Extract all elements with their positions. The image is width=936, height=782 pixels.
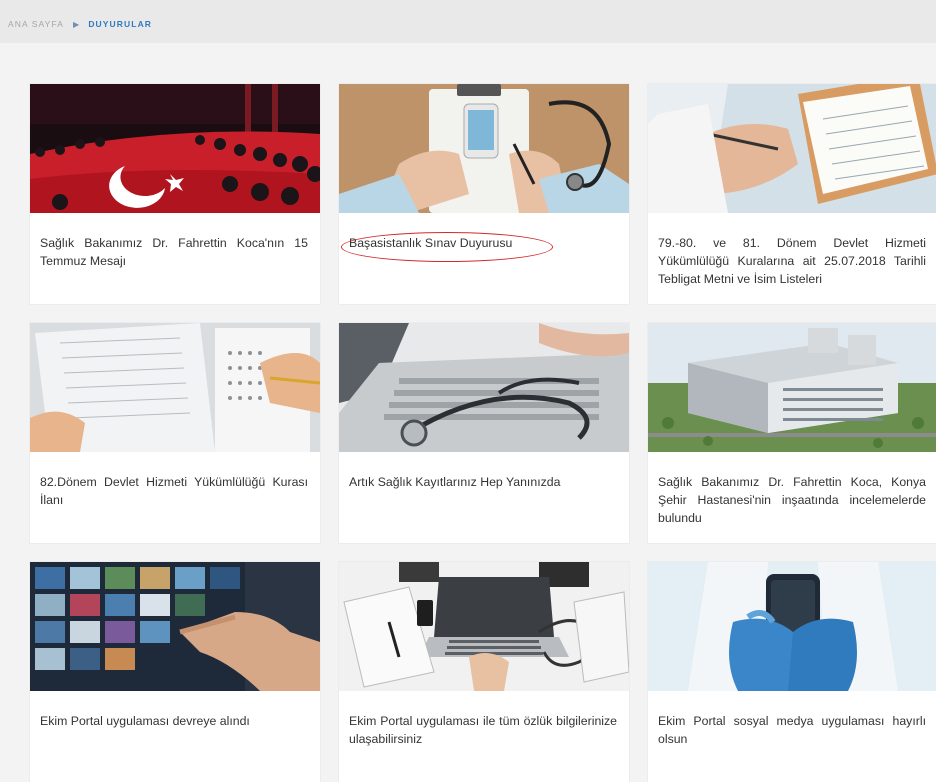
news-card[interactable]: 79.-80. ve 81. Dönem Devlet Hizmeti Yükü… — [648, 84, 936, 304]
card-image-laptop-desk — [339, 562, 629, 691]
news-card[interactable]: Başasistanlık Sınav Duyurusu — [339, 84, 629, 304]
card-image-media-wall — [30, 562, 320, 691]
news-card[interactable]: Sağlık Bakanımız Dr. Fahrettin Koca, Kon… — [648, 323, 936, 543]
card-title[interactable]: Ekim Portal uygulaması ile tüm özlük bil… — [339, 712, 629, 748]
card-image-stethoscope-laptop — [339, 323, 629, 452]
card-title[interactable]: Ekim Portal sosyal medya uygulaması hayı… — [648, 712, 936, 748]
news-card[interactable]: Ekim Portal sosyal medya uygulaması hayı… — [648, 562, 936, 782]
card-title[interactable]: Başasistanlık Sınav Duyurusu — [339, 232, 629, 262]
card-image-hospital — [648, 323, 936, 452]
card-title[interactable]: Sağlık Bakanımız Dr. Fahrettin Koca, Kon… — [648, 473, 936, 527]
card-image-clipboard — [648, 84, 936, 213]
breadcrumb-current: DUYURULAR — [88, 19, 153, 29]
card-image-doctor-phone — [648, 562, 936, 691]
top-bar: ANA SAYFA ▶ DUYURULAR — [0, 0, 936, 43]
card-title[interactable]: 79.-80. ve 81. Dönem Devlet Hizmeti Yükü… — [648, 234, 936, 288]
card-title[interactable]: Ekim Portal uygulaması devreye alındı — [30, 712, 320, 730]
news-card[interactable]: 82.Dönem Devlet Hizmeti Yükümlülüğü Kura… — [30, 323, 320, 543]
highlight-circle-annotation — [341, 232, 553, 262]
card-title[interactable]: 82.Dönem Devlet Hizmeti Yükümlülüğü Kura… — [30, 473, 320, 509]
card-image-doctor-desk — [339, 84, 629, 213]
news-card[interactable]: Ekim Portal uygulaması ile tüm özlük bil… — [339, 562, 629, 782]
card-title[interactable]: Artık Sağlık Kayıtlarınız Hep Yanınızda — [339, 473, 629, 491]
card-image-crowd-flag — [30, 84, 320, 213]
breadcrumb-home-link[interactable]: ANA SAYFA — [8, 19, 64, 29]
card-image-exam-sheet — [30, 323, 320, 452]
card-title[interactable]: Sağlık Bakanımız Dr. Fahrettin Koca'nın … — [30, 234, 320, 270]
news-card[interactable]: Sağlık Bakanımız Dr. Fahrettin Koca'nın … — [30, 84, 320, 304]
news-card[interactable]: Artık Sağlık Kayıtlarınız Hep Yanınızda — [339, 323, 629, 543]
news-card[interactable]: Ekim Portal uygulaması devreye alındı — [30, 562, 320, 782]
breadcrumb-separator-icon: ▶ — [73, 19, 81, 29]
breadcrumb: ANA SAYFA ▶ DUYURULAR — [8, 19, 152, 29]
